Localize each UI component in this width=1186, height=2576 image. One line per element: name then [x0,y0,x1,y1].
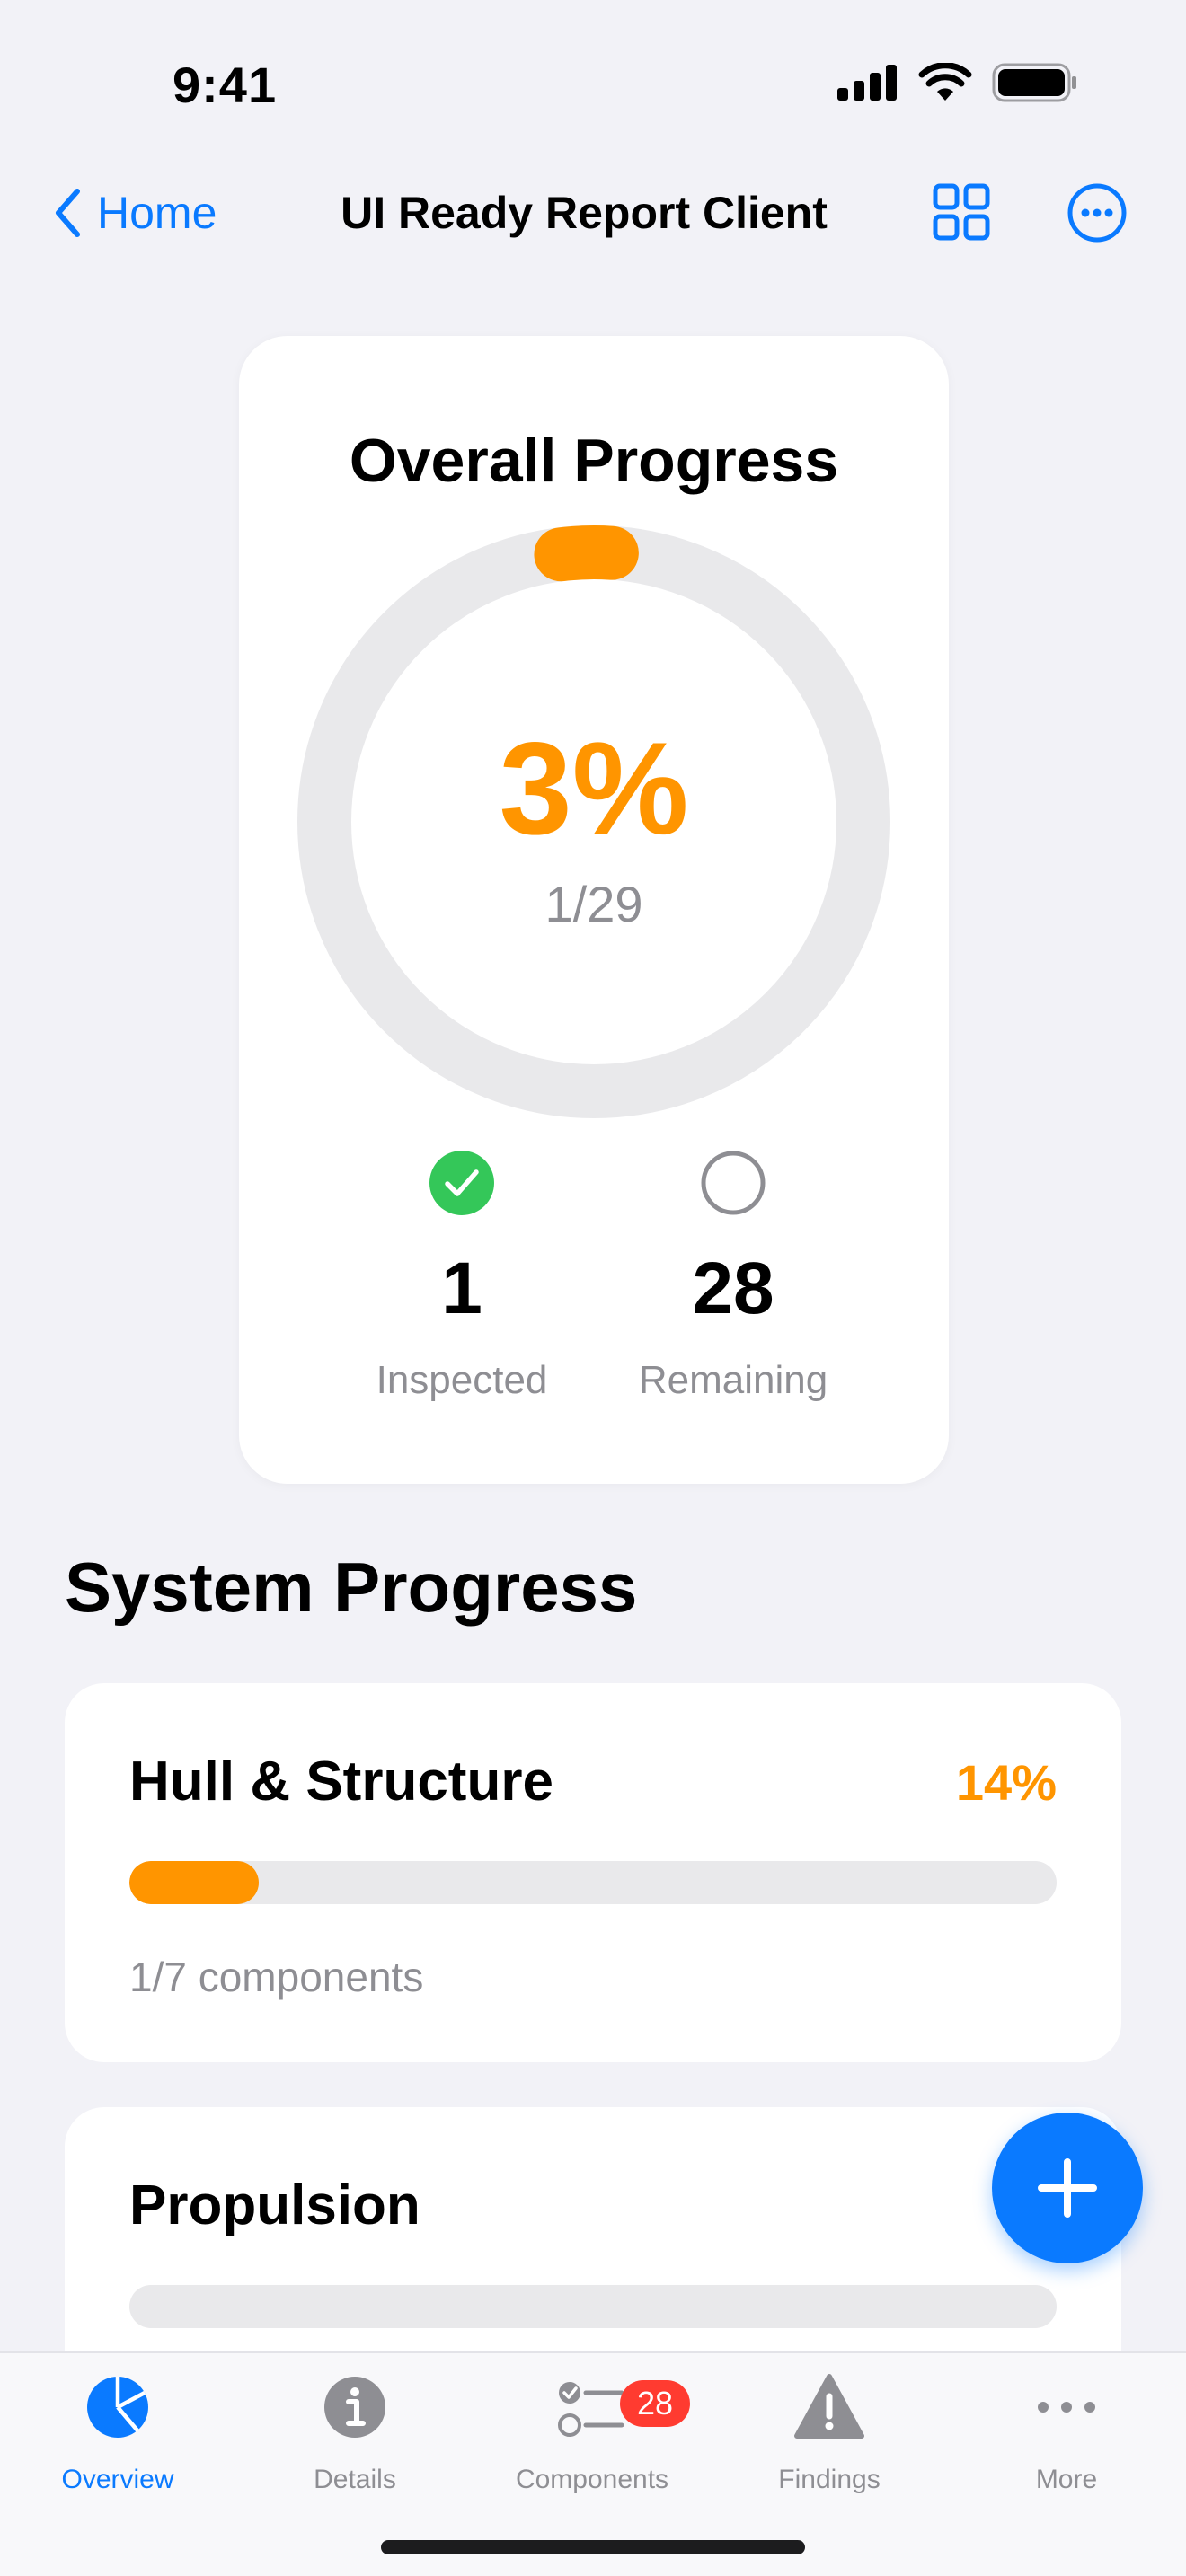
tab-findings[interactable]: Findings [726,2371,933,2495]
system-name: Hull & Structure [129,1751,553,1813]
inspected-stat: 1 Inspected [345,1150,579,1403]
remaining-label: Remaining [638,1358,828,1402]
tab-details[interactable]: Details [252,2371,458,2495]
system-card-hull-structure[interactable]: Hull & Structure 14% 1/7 components [65,1683,1121,2062]
inspected-value: 1 [441,1248,482,1329]
tab-label: Findings [778,2465,881,2494]
pie-chart-icon [87,2377,148,2438]
checkmark-circle-icon [429,1151,494,1215]
tab-label: Overview [61,2465,174,2494]
cellular-signal-icon [837,65,897,101]
wifi-icon [918,63,972,101]
tab-label: Components [515,2465,669,2494]
status-time: 9:41 [173,57,278,113]
system-component-count: 1/7 components [129,1954,424,2000]
remaining-stat: 28 Remaining [616,1150,850,1403]
grid-icon[interactable] [933,183,990,241]
status-bar: 9:41 [0,0,1186,171]
overall-fraction: 1/29 [544,876,643,932]
status-icons [837,63,1078,102]
system-progress-fill [129,1861,260,1904]
overall-percent: 3% [499,715,689,861]
info-icon [324,2377,385,2438]
tab-label: Details [314,2465,396,2494]
system-progress-bar [129,2285,1057,2328]
remaining-value: 28 [692,1248,774,1329]
battery-icon [992,63,1076,102]
tab-label: More [1035,2465,1098,2494]
system-percent: 14% [955,1754,1057,1811]
tab-more[interactable]: More [963,2371,1170,2495]
inspected-label: Inspected [376,1358,548,1402]
tab-components[interactable]: 28 Components [489,2371,695,2495]
plus-icon [1038,2158,1097,2218]
navigation-bar: Home UI Ready Report Client [0,171,1186,251]
warning-icon [794,2374,864,2439]
tab-overview[interactable]: Overview [14,2371,221,2495]
ellipsis-icon [1038,2402,1095,2413]
components-count-badge: 28 [620,2380,690,2427]
overall-progress-title: Overall Progress [349,427,839,495]
empty-circle-icon [701,1151,766,1215]
home-indicator[interactable] [381,2540,805,2554]
system-progress-heading: System Progress [65,1548,638,1627]
system-progress-bar [129,1861,1057,1904]
more-icon[interactable] [1067,183,1127,243]
add-button[interactable] [992,2113,1143,2263]
overall-progress-card: Overall Progress 3% 1/29 1 Inspected 28 … [239,336,949,1484]
system-name: Propulsion [129,2175,420,2236]
page-title: UI Ready Report Client [341,188,828,238]
